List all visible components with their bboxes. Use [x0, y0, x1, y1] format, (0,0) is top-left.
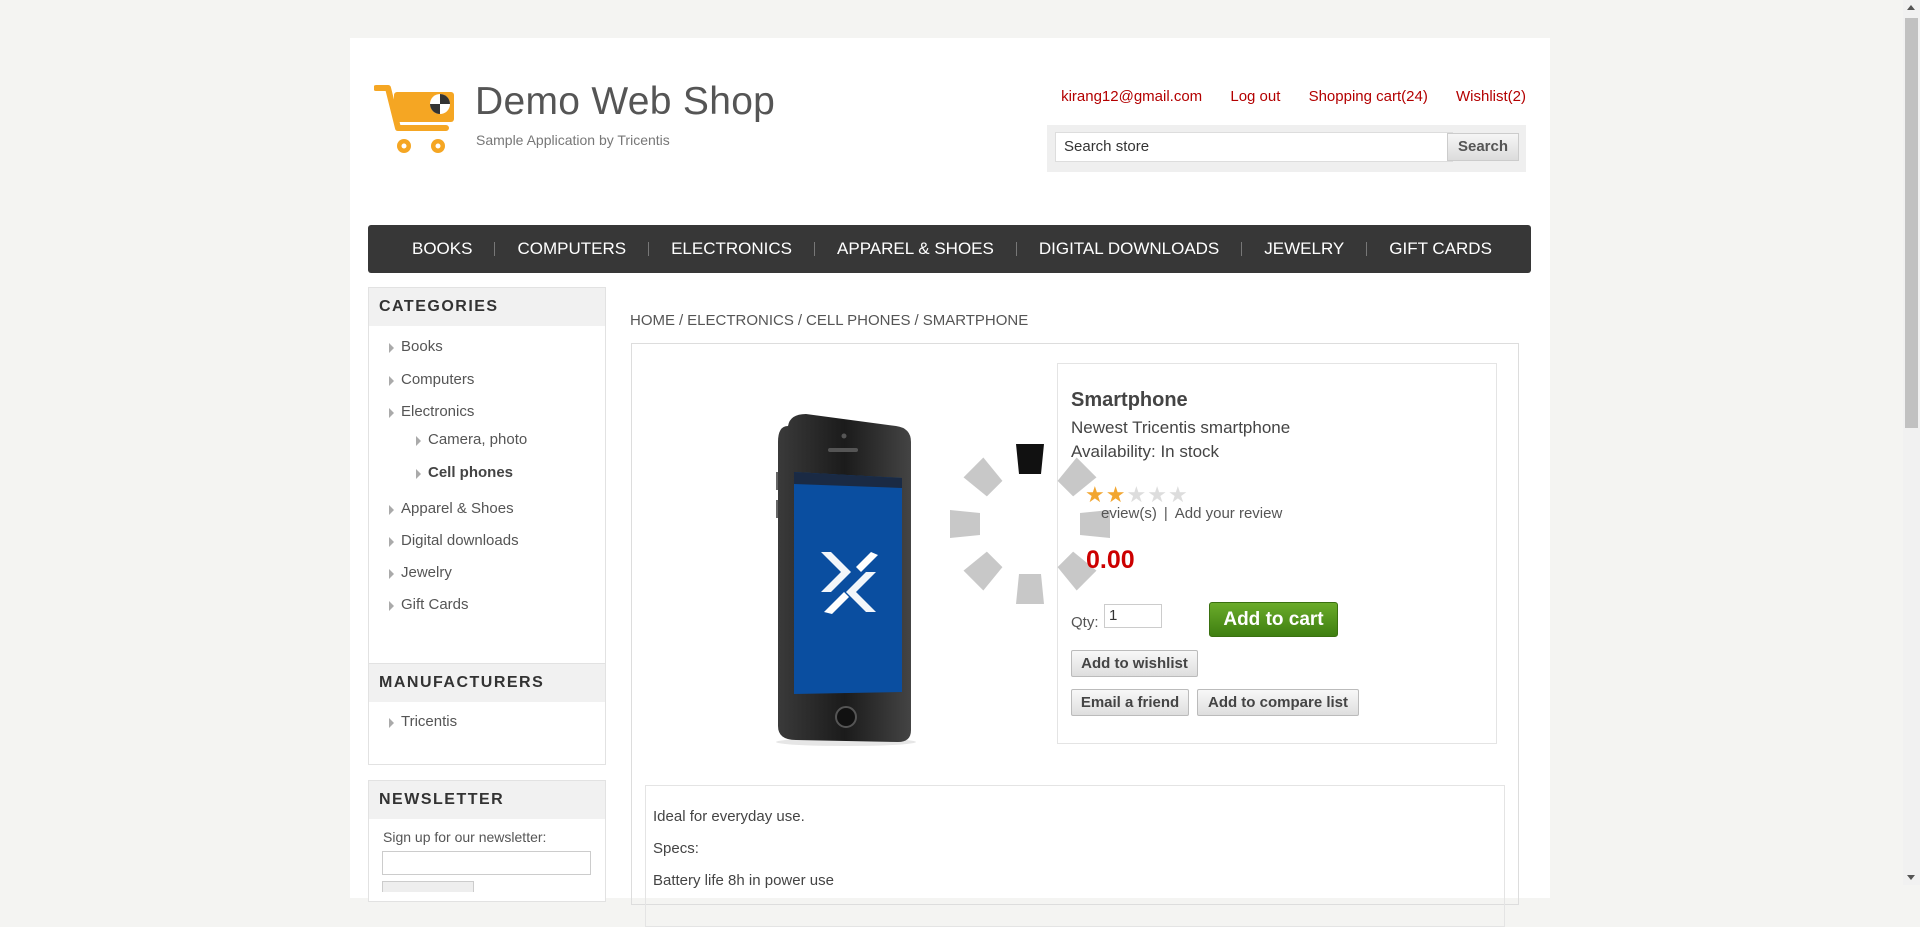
reviews-separator: | — [1163, 505, 1168, 522]
add-to-cart-button[interactable]: Add to cart — [1209, 602, 1338, 637]
star-filled-icon: ★ — [1105, 482, 1126, 507]
product-short-description: Newest Tricentis smartphone — [1071, 418, 1291, 437]
qty-label: Qty: — [1071, 614, 1099, 631]
logout-link[interactable]: Log out — [1230, 88, 1280, 105]
category-computers[interactable]: Computers — [369, 371, 474, 388]
scroll-up-arrow-icon[interactable] — [1907, 5, 1915, 10]
category-jewelry[interactable]: Jewelry — [369, 564, 452, 581]
manufacturer-tricentis[interactable]: Tricentis — [369, 713, 605, 730]
category-electronics[interactable]: Electronics — [369, 403, 474, 420]
menu-digital-downloads[interactable]: DIGITAL DOWNLOADS — [1017, 239, 1241, 259]
newsletter-label: Sign up for our newsletter: — [383, 829, 547, 845]
star-filled-icon: ★ — [1085, 482, 1105, 507]
reviews-count-link[interactable]: eview(s) — [1101, 505, 1157, 522]
star-empty-icon: ★ — [1126, 482, 1147, 507]
category-camera-photo[interactable]: Camera, photo — [369, 431, 527, 448]
add-review-link[interactable]: Add your review — [1175, 505, 1283, 522]
description-line: Battery life 8h in power use — [653, 872, 834, 889]
header-links: kirang12@gmail.com Log out Shopping cart… — [1037, 88, 1526, 105]
loading-spinner-icon — [950, 444, 1110, 604]
search-box: Search store Search — [1047, 125, 1526, 172]
manufacturers-title: MANUFACTURERS — [369, 664, 605, 702]
category-digital-downloads[interactable]: Digital downloads — [369, 532, 519, 549]
breadcrumb-current: SMARTPHONE — [922, 312, 1029, 329]
newsletter-email-input[interactable] — [382, 851, 591, 875]
shopping-cart-link[interactable]: Shopping cart(24) — [1309, 88, 1428, 105]
site-title[interactable]: Demo Web Shop — [475, 80, 775, 124]
star-empty-icon: ★ — [1147, 482, 1167, 507]
description-line: Specs: — [653, 840, 699, 857]
categories-title: CATEGORIES — [369, 288, 605, 326]
rating-stars: ★ ★ ★ ★ ★ — [1085, 484, 1188, 506]
account-link[interactable]: kirang12@gmail.com — [1061, 88, 1202, 105]
add-to-compare-button[interactable]: Add to compare list — [1197, 689, 1359, 716]
breadcrumb-delimiter: / — [679, 312, 684, 329]
star-empty-icon: ★ — [1167, 482, 1188, 507]
breadcrumb-delimiter: / — [797, 312, 803, 329]
category-books[interactable]: Books — [369, 338, 443, 355]
menu-computers[interactable]: COMPUTERS — [495, 239, 648, 259]
full-description: Ideal for everyday use. Specs: Battery l… — [645, 785, 1505, 927]
product-price: 0.00 — [1071, 546, 1135, 575]
newsletter-subscribe-button[interactable] — [382, 881, 474, 892]
category-cell-phones[interactable]: Cell phones — [369, 464, 513, 481]
add-to-wishlist-button[interactable]: Add to wishlist — [1071, 650, 1198, 677]
breadcrumb-cell-phones[interactable]: CELL PHONES — [806, 312, 910, 329]
menu-apparel-shoes[interactable]: APPAREL & SHOES — [815, 239, 1016, 259]
cart-logo-icon[interactable] — [374, 82, 469, 158]
manufacturers-block: MANUFACTURERS Tricentis — [368, 663, 606, 765]
top-menu: BOOKS COMPUTERS ELECTRONICS APPAREL & SH… — [368, 225, 1531, 273]
breadcrumb: HOME / ELECTRONICS / CELL PHONES / SMARTPHONE — [630, 312, 1028, 329]
description-line: Ideal for everyday use. — [653, 808, 805, 825]
price-value: 0.00 — [1086, 546, 1135, 574]
breadcrumb-home[interactable]: HOME — [630, 312, 675, 329]
scroll-down-arrow-icon[interactable] — [1907, 875, 1915, 880]
categories-block: CATEGORIES Books Computers Electronics C… — [368, 287, 606, 683]
wishlist-link[interactable]: Wishlist(2) — [1456, 88, 1526, 105]
menu-electronics[interactable]: ELECTRONICS — [649, 239, 814, 259]
page-scrollbar[interactable] — [1903, 0, 1920, 885]
search-button[interactable]: Search — [1447, 133, 1519, 161]
product-availability: Availability: In stock — [1071, 442, 1220, 461]
qty-input[interactable]: 1 — [1104, 604, 1162, 628]
breadcrumb-delimiter: / — [914, 312, 919, 329]
menu-books[interactable]: BOOKS — [390, 239, 494, 259]
site-subtitle: Sample Application by Tricentis — [476, 132, 670, 148]
breadcrumb-electronics[interactable]: ELECTRONICS — [687, 312, 794, 329]
menu-jewelry[interactable]: JEWELRY — [1242, 239, 1366, 259]
product-reviews: eview(s) | Add your review — [1071, 505, 1282, 522]
newsletter-title: NEWSLETTER — [369, 781, 605, 819]
category-apparel-shoes[interactable]: Apparel & Shoes — [369, 500, 514, 517]
category-gift-cards[interactable]: Gift Cards — [369, 596, 469, 613]
scrollbar-thumb[interactable] — [1905, 18, 1918, 428]
product-name: Smartphone — [1071, 389, 1188, 411]
product-image-smartphone[interactable] — [766, 412, 923, 748]
menu-gift-cards[interactable]: GIFT CARDS — [1367, 239, 1514, 259]
master-wrapper: Demo Web Shop Sample Application by Tric… — [350, 38, 1550, 927]
search-input[interactable]: Search store — [1055, 132, 1453, 162]
email-a-friend-button[interactable]: Email a friend — [1071, 689, 1189, 716]
newsletter-block: NEWSLETTER Sign up for our newsletter: — [368, 780, 606, 902]
